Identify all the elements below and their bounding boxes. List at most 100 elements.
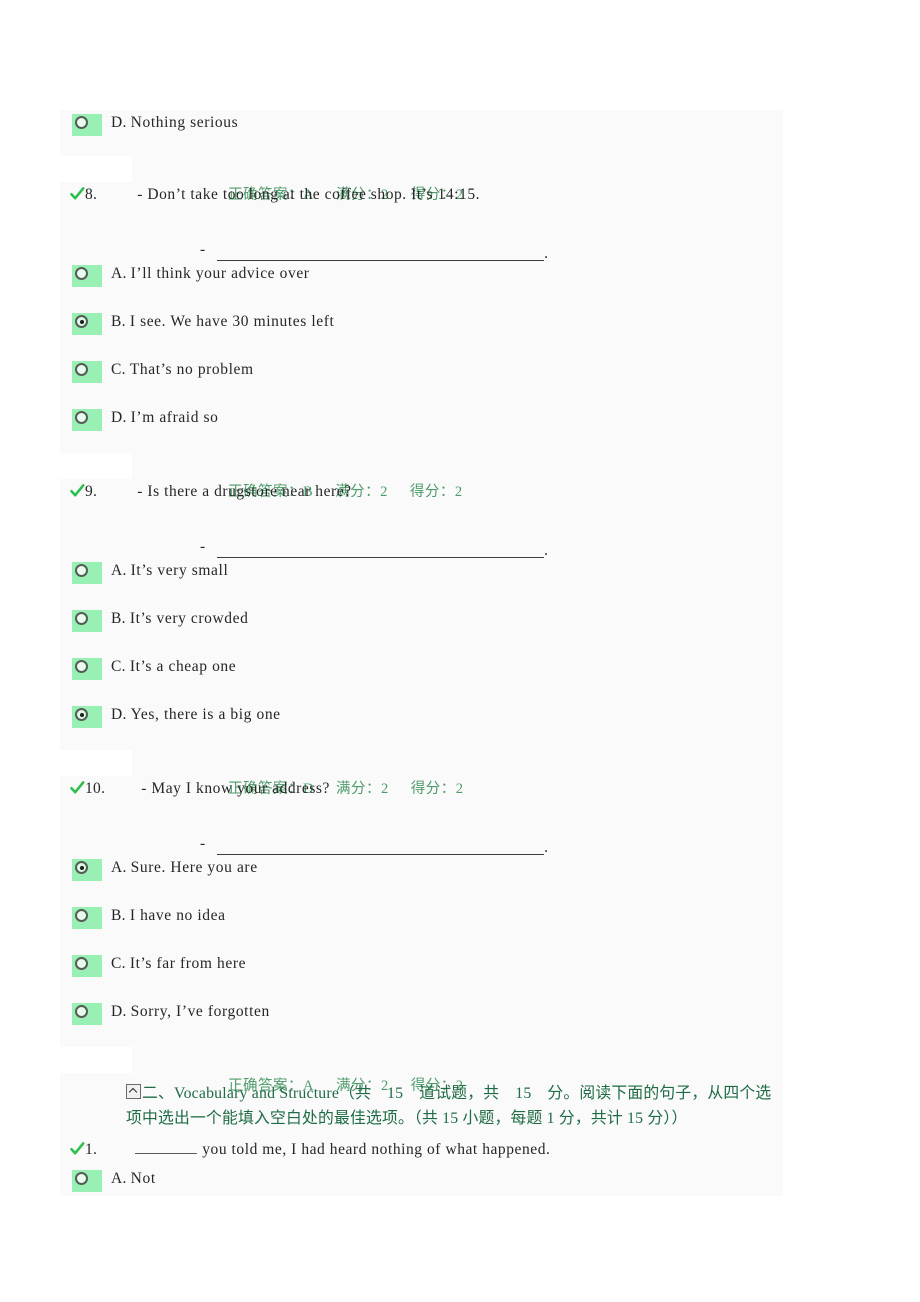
- inline-blank: [135, 1140, 198, 1154]
- question-prompt: - Don’t take too long at the coffee shop…: [137, 186, 481, 203]
- check-icon: [70, 483, 85, 501]
- answer-blank-line: [217, 838, 545, 855]
- answer-summary-row: 正确答案：B 满分：2 得分：2: [60, 453, 783, 500]
- option-letter: C.: [111, 955, 126, 972]
- option-letter: D.: [111, 114, 127, 131]
- radio-circle-icon: [75, 708, 88, 721]
- option-row[interactable]: B. I have no idea: [60, 903, 783, 951]
- radio-button[interactable]: [72, 658, 102, 680]
- radio-circle-icon: [75, 116, 88, 129]
- dialogue-dash: -: [200, 241, 206, 258]
- check-icon: [70, 186, 85, 204]
- check-icon: [70, 780, 85, 798]
- question-row: 8. - Don’t take too long at the coffee s…: [60, 182, 783, 211]
- radio-button-selected[interactable]: [72, 859, 102, 881]
- answer-blank-row: - .: [60, 211, 783, 261]
- radio-circle-icon: [75, 267, 88, 280]
- option-letter: D.: [111, 706, 127, 723]
- option-row[interactable]: A. I’ll think your advice over: [60, 261, 783, 309]
- radio-circle-icon: [75, 660, 88, 673]
- answer-summary-row: 正确答案：D 满分：2 得分：2: [60, 750, 783, 797]
- question-row: 9. - Is there a drugstore near here?: [60, 479, 783, 508]
- radio-circle-icon: [75, 861, 88, 874]
- option-letter: A.: [111, 562, 127, 579]
- question-number: 10.: [85, 780, 106, 797]
- question-row: 1. you told me, I had heard nothing of w…: [60, 1137, 783, 1166]
- option-letter: B.: [111, 610, 126, 627]
- question-number: 9.: [85, 483, 98, 500]
- question-number: 8.: [85, 186, 98, 203]
- option-letter: C.: [111, 658, 126, 675]
- option-row[interactable]: C. It’s a cheap one: [60, 654, 783, 702]
- option-text: That’s no problem: [129, 361, 254, 378]
- answer-blank-line: [217, 244, 545, 261]
- radio-circle-icon: [75, 411, 88, 424]
- question-number: 1.: [85, 1141, 98, 1158]
- exam-content-area: D. Nothing serious 正确答案：A 满分：2 得分：2 8. - D…: [60, 110, 783, 1196]
- question-prompt-text: you told me, I had heard nothing of what…: [202, 1141, 551, 1158]
- option-letter: A.: [111, 265, 127, 282]
- option-text: It’s very crowded: [129, 610, 249, 627]
- radio-button[interactable]: [72, 955, 102, 977]
- check-icon: [70, 1141, 85, 1159]
- option-text: Sorry, I’ve forgotten: [130, 1003, 270, 1020]
- radio-button[interactable]: [72, 361, 102, 383]
- option-row[interactable]: A. Not: [60, 1166, 783, 1206]
- radio-button-selected[interactable]: [72, 706, 102, 728]
- radio-button[interactable]: [72, 265, 102, 287]
- radio-button[interactable]: [72, 114, 102, 136]
- option-text: It’s very small: [130, 562, 229, 579]
- question-prompt: you told me, I had heard nothing of what…: [133, 1137, 550, 1162]
- option-letter: D.: [111, 409, 127, 426]
- radio-circle-icon: [75, 564, 88, 577]
- radio-button-selected[interactable]: [72, 313, 102, 335]
- option-row[interactable]: D. Sorry, I’ve forgotten: [60, 999, 783, 1047]
- radio-circle-icon: [75, 315, 88, 328]
- answer-blank-row: - .: [60, 508, 783, 558]
- option-row[interactable]: C. It’s far from here: [60, 951, 783, 999]
- option-letter: B.: [111, 907, 126, 924]
- option-letter: A.: [111, 859, 127, 876]
- answer-blank-period: .: [544, 839, 549, 856]
- option-row[interactable]: B. It’s very crowded: [60, 606, 783, 654]
- option-row[interactable]: D. I’m afraid so: [60, 405, 783, 453]
- answer-blank-line: [217, 541, 545, 558]
- answer-blank-period: .: [544, 245, 549, 262]
- answer-blank-period: .: [544, 542, 549, 559]
- option-text: Sure. Here you are: [130, 859, 258, 876]
- option-text: It’s a cheap one: [129, 658, 237, 675]
- radio-circle-icon: [75, 612, 88, 625]
- radio-button[interactable]: [72, 907, 102, 929]
- option-row[interactable]: B. I see. We have 30 minutes left: [60, 309, 783, 357]
- answer-blank-row: - .: [60, 805, 783, 855]
- radio-button[interactable]: [72, 1170, 102, 1192]
- dialogue-dash: -: [200, 538, 206, 555]
- option-text: Yes, there is a big one: [130, 706, 281, 723]
- collapse-icon[interactable]: [126, 1084, 141, 1099]
- option-row[interactable]: A. Sure. Here you are: [60, 855, 783, 903]
- radio-circle-icon: [75, 363, 88, 376]
- option-letter: B.: [111, 313, 126, 330]
- radio-circle-icon: [75, 957, 88, 970]
- option-row[interactable]: C. That’s no problem: [60, 357, 783, 405]
- question-prompt: - Is there a drugstore near here?: [137, 483, 352, 500]
- radio-circle-icon: [75, 909, 88, 922]
- option-letter: C.: [111, 361, 126, 378]
- dialogue-dash: -: [200, 835, 206, 852]
- option-text: I’ll think your advice over: [130, 265, 310, 282]
- exam-review-page: D. Nothing serious 正确答案：A 满分：2 得分：2 8. - D…: [0, 0, 920, 1302]
- question-prompt: - May I know your address?: [141, 780, 330, 797]
- answer-summary-row: 正确答案：A 满分：2 得分：2: [60, 156, 783, 203]
- radio-button[interactable]: [72, 1003, 102, 1025]
- radio-button[interactable]: [72, 562, 102, 584]
- option-text: I have no idea: [129, 907, 226, 924]
- option-text: I see. We have 30 minutes left: [129, 313, 335, 330]
- option-row[interactable]: A. It’s very small: [60, 558, 783, 606]
- radio-button[interactable]: [72, 610, 102, 632]
- radio-button[interactable]: [72, 409, 102, 431]
- section-header-text: 二、Vocabulary and Structure（共 15 道试题，共 15…: [126, 1085, 772, 1127]
- option-row[interactable]: D. Nothing serious: [60, 110, 783, 156]
- option-letter: D.: [111, 1003, 127, 1020]
- option-row[interactable]: D. Yes, there is a big one: [60, 702, 783, 750]
- option-letter: A.: [111, 1170, 127, 1187]
